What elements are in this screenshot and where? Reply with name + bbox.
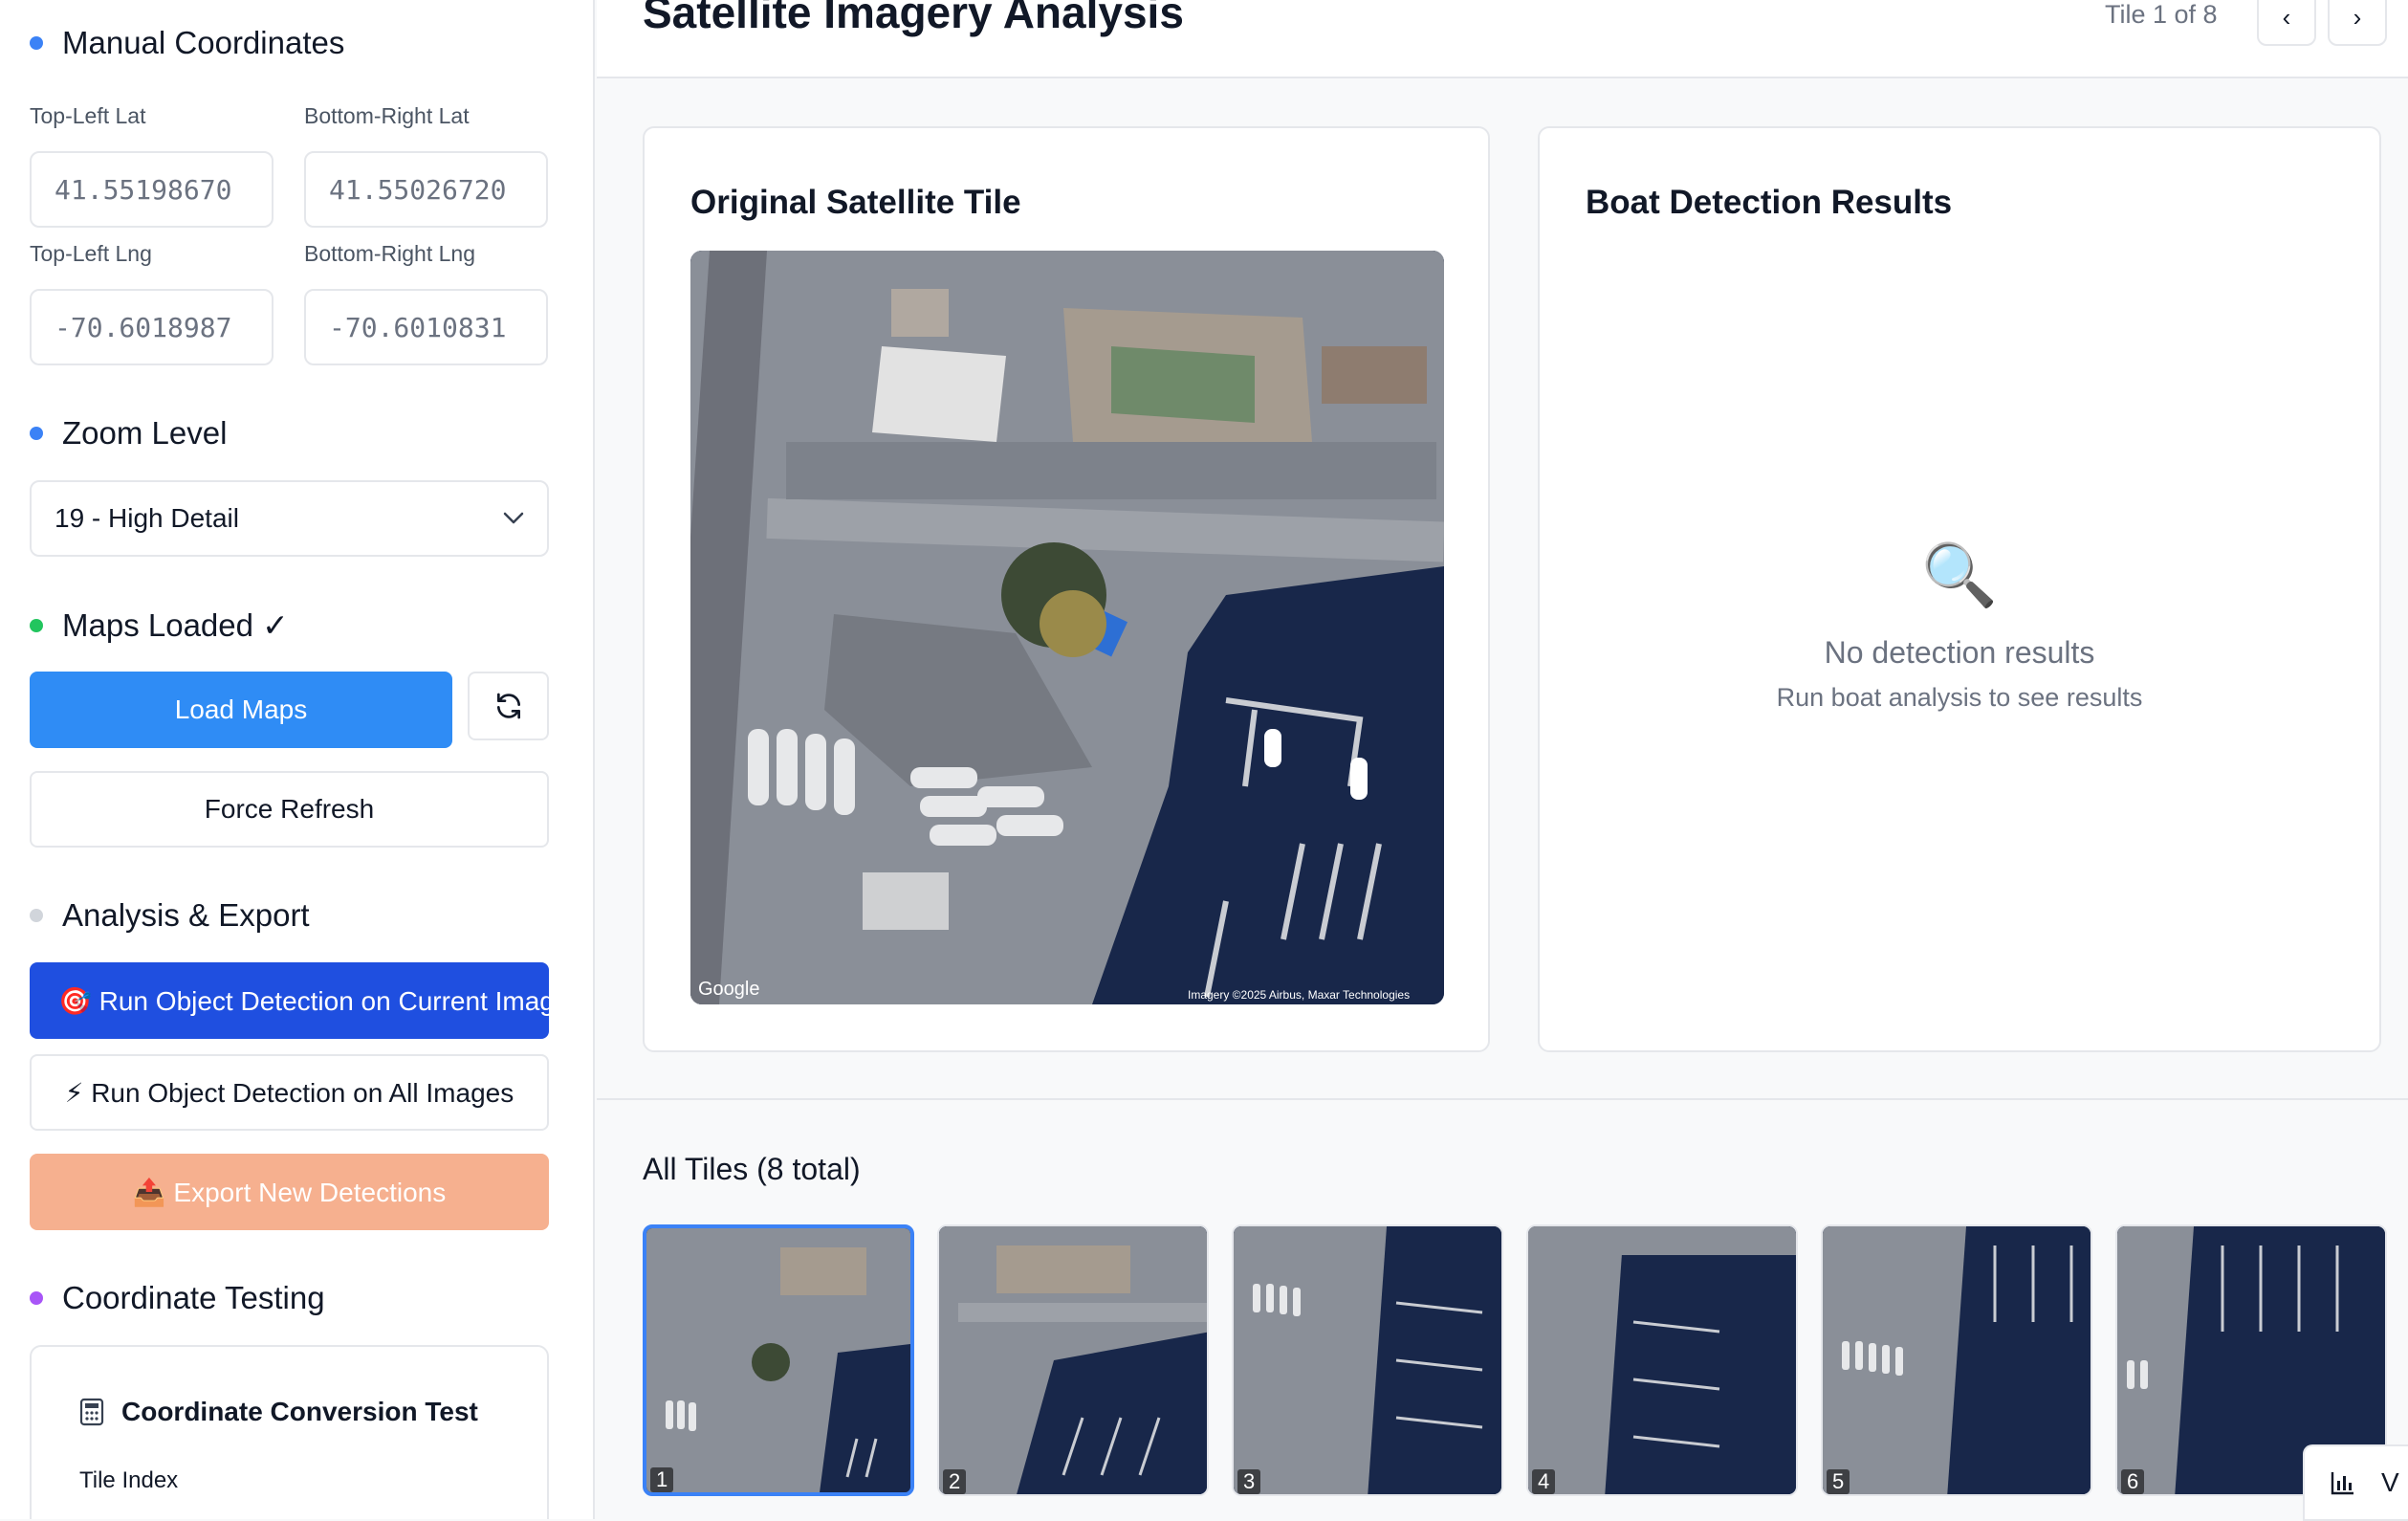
status-dot <box>30 909 43 922</box>
tile-number: 2 <box>943 1469 967 1494</box>
status-dot <box>30 618 43 632</box>
force-refresh-button[interactable]: Force Refresh <box>30 771 549 848</box>
status-dot <box>30 427 43 440</box>
tile-thumbnail[interactable]: 3 <box>1232 1224 1503 1496</box>
refresh-icon <box>496 693 520 719</box>
status-dot <box>30 1291 43 1305</box>
top-left-lat-label: Top-Left Lat <box>30 103 146 128</box>
coordinate-test-card: Coordinate Conversion Test Tile Index <box>30 1345 549 1519</box>
coordinate-testing-heading: Coordinate Testing <box>30 1280 325 1316</box>
calculator-icon <box>79 1398 104 1426</box>
stats-toggle-label: V <box>2381 1467 2399 1497</box>
export-detections-button[interactable]: 📤 Export New Detections <box>30 1154 549 1230</box>
chevron-down-icon <box>503 512 524 524</box>
zoom-level-heading: Zoom Level <box>30 415 227 452</box>
maps-loaded-heading: Maps Loaded ✓ <box>30 606 289 644</box>
tile-number: 6 <box>2121 1469 2145 1494</box>
manual-coordinates-heading: Manual Coordinates <box>30 25 344 61</box>
tile-thumbnail[interactable]: 1 <box>643 1224 914 1496</box>
page-title: Satellite Imagery Analysis <box>643 0 1184 37</box>
zoom-level-value: 19 - High Detail <box>55 503 239 533</box>
analysis-export-heading: Analysis & Export <box>30 897 310 934</box>
bottom-right-lng-label: Bottom-Right Lng <box>304 241 475 266</box>
tile-thumbnail-graphic <box>939 1226 1207 1494</box>
magnifier-icon: 🔍 <box>1921 540 1998 609</box>
coordinate-test-title: Coordinate Conversion Test <box>79 1397 478 1427</box>
status-dot <box>30 36 43 50</box>
tile-thumbnail-graphic <box>646 1228 910 1492</box>
chevron-right-icon: › <box>2353 2 2362 32</box>
empty-title: No detection results <box>1824 635 2095 670</box>
tile-thumbnail-graphic <box>1234 1226 1501 1494</box>
top-bar: Satellite Imagery Analysis Tile 1 of 8 ‹… <box>597 0 2408 78</box>
tile-thumbnail[interactable]: 4 <box>1526 1224 1798 1496</box>
all-tiles-title: All Tiles (8 total) <box>643 1152 861 1186</box>
original-tile-panel: Original Satellite Tile Google Imagery ©… <box>643 126 1490 1052</box>
bottom-right-lat-label: Bottom-Right Lat <box>304 103 470 128</box>
original-tile-title: Original Satellite Tile <box>690 184 1021 221</box>
detection-results-title: Boat Detection Results <box>1586 184 1953 221</box>
stats-toggle-button[interactable]: V <box>2303 1444 2408 1521</box>
empty-subtitle: Run boat analysis to see results <box>1776 683 2143 712</box>
detection-results-panel: Boat Detection Results 🔍 No detection re… <box>1538 126 2381 1052</box>
tile-number: 5 <box>1827 1469 1850 1494</box>
top-left-lat-input[interactable]: 41.55198670 <box>30 151 274 228</box>
load-maps-button[interactable]: Load Maps <box>30 672 452 748</box>
satellite-image[interactable]: Google Imagery ©2025 Airbus, Maxar Techn… <box>690 251 1444 1004</box>
top-left-lng-label: Top-Left Lng <box>30 241 152 266</box>
zoom-level-select[interactable]: 19 - High Detail <box>30 480 549 557</box>
tile-thumbnail[interactable]: 5 <box>1821 1224 2092 1496</box>
refresh-button[interactable] <box>468 672 549 740</box>
prev-tile-button[interactable]: ‹ <box>2257 0 2316 46</box>
all-tiles-section: All Tiles (8 total) 1 2 3 4 5 6 <box>597 1098 2408 1519</box>
tile-number: 3 <box>1237 1469 1261 1494</box>
run-detection-all-button[interactable]: ⚡ Run Object Detection on All Images <box>30 1054 549 1131</box>
tile-index-label: Tile Index <box>79 1467 179 1493</box>
satellite-image-graphic: Google Imagery ©2025 Airbus, Maxar Techn… <box>690 251 1444 1004</box>
run-detection-current-button[interactable]: 🎯 Run Object Detection on Current Image <box>30 962 549 1039</box>
bottom-right-lng-input[interactable]: -70.6010831 <box>304 289 548 365</box>
bar-chart-icon <box>2331 1472 2353 1495</box>
google-watermark: Google <box>698 979 760 1000</box>
next-tile-button[interactable]: › <box>2328 0 2387 46</box>
tile-thumbnail[interactable]: 2 <box>937 1224 1209 1496</box>
tile-thumbnail-graphic <box>1528 1226 1796 1494</box>
bottom-right-lat-input[interactable]: 41.55026720 <box>304 151 548 228</box>
sidebar: Manual Coordinates Top-Left Lat Bottom-R… <box>0 0 595 1519</box>
tile-thumbnail-graphic <box>1823 1226 2091 1494</box>
chevron-left-icon: ‹ <box>2282 2 2291 32</box>
imagery-attribution: Imagery ©2025 Airbus, Maxar Technologies <box>1188 988 1410 1002</box>
tile-counter: Tile 1 of 8 <box>2105 0 2218 29</box>
tile-number: 1 <box>650 1467 674 1492</box>
main-area: Satellite Imagery Analysis Tile 1 of 8 ‹… <box>597 0 2408 1521</box>
top-left-lng-input[interactable]: -70.6018987 <box>30 289 274 365</box>
tile-number: 4 <box>1532 1469 1556 1494</box>
